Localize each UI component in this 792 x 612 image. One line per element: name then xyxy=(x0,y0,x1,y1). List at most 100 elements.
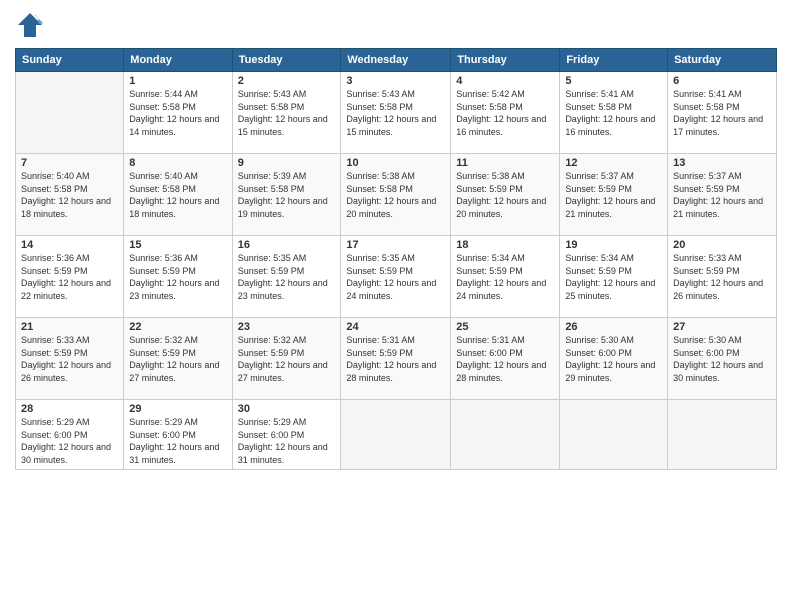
day-number: 25 xyxy=(456,321,554,333)
weekday-header-saturday: Saturday xyxy=(668,49,777,72)
day-number: 18 xyxy=(456,239,554,251)
calendar-cell: 13Sunrise: 5:37 AMSunset: 5:59 PMDayligh… xyxy=(668,154,777,236)
calendar-cell: 22Sunrise: 5:32 AMSunset: 5:59 PMDayligh… xyxy=(124,318,232,400)
day-info: Sunrise: 5:29 AMSunset: 6:00 PMDaylight:… xyxy=(238,416,336,466)
calendar-cell: 15Sunrise: 5:36 AMSunset: 5:59 PMDayligh… xyxy=(124,236,232,318)
day-info: Sunrise: 5:30 AMSunset: 6:00 PMDaylight:… xyxy=(565,334,662,384)
day-number: 2 xyxy=(238,75,336,87)
day-info: Sunrise: 5:41 AMSunset: 5:58 PMDaylight:… xyxy=(673,88,771,138)
day-number: 6 xyxy=(673,75,771,87)
day-number: 28 xyxy=(21,403,118,415)
day-info: Sunrise: 5:40 AMSunset: 5:58 PMDaylight:… xyxy=(21,170,118,220)
day-number: 19 xyxy=(565,239,662,251)
calendar-cell: 14Sunrise: 5:36 AMSunset: 5:59 PMDayligh… xyxy=(16,236,124,318)
calendar-cell: 8Sunrise: 5:40 AMSunset: 5:58 PMDaylight… xyxy=(124,154,232,236)
calendar-cell xyxy=(451,400,560,470)
calendar-cell: 9Sunrise: 5:39 AMSunset: 5:58 PMDaylight… xyxy=(232,154,341,236)
day-info: Sunrise: 5:36 AMSunset: 5:59 PMDaylight:… xyxy=(21,252,118,302)
weekday-header-sunday: Sunday xyxy=(16,49,124,72)
calendar-cell: 7Sunrise: 5:40 AMSunset: 5:58 PMDaylight… xyxy=(16,154,124,236)
calendar-cell xyxy=(341,400,451,470)
calendar-cell: 18Sunrise: 5:34 AMSunset: 5:59 PMDayligh… xyxy=(451,236,560,318)
calendar-cell: 4Sunrise: 5:42 AMSunset: 5:58 PMDaylight… xyxy=(451,72,560,154)
calendar-cell: 2Sunrise: 5:43 AMSunset: 5:58 PMDaylight… xyxy=(232,72,341,154)
calendar-cell: 30Sunrise: 5:29 AMSunset: 6:00 PMDayligh… xyxy=(232,400,341,470)
day-number: 29 xyxy=(129,403,226,415)
weekday-header-tuesday: Tuesday xyxy=(232,49,341,72)
weekday-header-thursday: Thursday xyxy=(451,49,560,72)
calendar-cell: 16Sunrise: 5:35 AMSunset: 5:59 PMDayligh… xyxy=(232,236,341,318)
day-info: Sunrise: 5:33 AMSunset: 5:59 PMDaylight:… xyxy=(21,334,118,384)
calendar-cell xyxy=(560,400,668,470)
calendar-header-row: SundayMondayTuesdayWednesdayThursdayFrid… xyxy=(16,49,777,72)
calendar-cell: 23Sunrise: 5:32 AMSunset: 5:59 PMDayligh… xyxy=(232,318,341,400)
calendar-cell: 6Sunrise: 5:41 AMSunset: 5:58 PMDaylight… xyxy=(668,72,777,154)
day-number: 27 xyxy=(673,321,771,333)
calendar-cell xyxy=(16,72,124,154)
calendar-week-row: 1Sunrise: 5:44 AMSunset: 5:58 PMDaylight… xyxy=(16,72,777,154)
day-number: 16 xyxy=(238,239,336,251)
day-info: Sunrise: 5:29 AMSunset: 6:00 PMDaylight:… xyxy=(21,416,118,466)
day-info: Sunrise: 5:35 AMSunset: 5:59 PMDaylight:… xyxy=(346,252,445,302)
calendar-cell: 26Sunrise: 5:30 AMSunset: 6:00 PMDayligh… xyxy=(560,318,668,400)
day-info: Sunrise: 5:40 AMSunset: 5:58 PMDaylight:… xyxy=(129,170,226,220)
day-info: Sunrise: 5:43 AMSunset: 5:58 PMDaylight:… xyxy=(346,88,445,138)
day-info: Sunrise: 5:43 AMSunset: 5:58 PMDaylight:… xyxy=(238,88,336,138)
day-number: 23 xyxy=(238,321,336,333)
day-info: Sunrise: 5:32 AMSunset: 5:59 PMDaylight:… xyxy=(129,334,226,384)
day-info: Sunrise: 5:39 AMSunset: 5:58 PMDaylight:… xyxy=(238,170,336,220)
calendar-cell: 10Sunrise: 5:38 AMSunset: 5:58 PMDayligh… xyxy=(341,154,451,236)
calendar-table: SundayMondayTuesdayWednesdayThursdayFrid… xyxy=(15,48,777,470)
calendar-week-row: 28Sunrise: 5:29 AMSunset: 6:00 PMDayligh… xyxy=(16,400,777,470)
day-info: Sunrise: 5:37 AMSunset: 5:59 PMDaylight:… xyxy=(565,170,662,220)
day-number: 13 xyxy=(673,157,771,169)
day-number: 20 xyxy=(673,239,771,251)
calendar-cell: 24Sunrise: 5:31 AMSunset: 5:59 PMDayligh… xyxy=(341,318,451,400)
day-number: 22 xyxy=(129,321,226,333)
calendar-week-row: 7Sunrise: 5:40 AMSunset: 5:58 PMDaylight… xyxy=(16,154,777,236)
day-info: Sunrise: 5:42 AMSunset: 5:58 PMDaylight:… xyxy=(456,88,554,138)
weekday-header-wednesday: Wednesday xyxy=(341,49,451,72)
calendar-cell: 20Sunrise: 5:33 AMSunset: 5:59 PMDayligh… xyxy=(668,236,777,318)
day-number: 9 xyxy=(238,157,336,169)
day-info: Sunrise: 5:30 AMSunset: 6:00 PMDaylight:… xyxy=(673,334,771,384)
day-info: Sunrise: 5:33 AMSunset: 5:59 PMDaylight:… xyxy=(673,252,771,302)
day-number: 7 xyxy=(21,157,118,169)
calendar-cell: 11Sunrise: 5:38 AMSunset: 5:59 PMDayligh… xyxy=(451,154,560,236)
day-number: 4 xyxy=(456,75,554,87)
day-info: Sunrise: 5:38 AMSunset: 5:58 PMDaylight:… xyxy=(346,170,445,220)
day-info: Sunrise: 5:31 AMSunset: 6:00 PMDaylight:… xyxy=(456,334,554,384)
day-info: Sunrise: 5:36 AMSunset: 5:59 PMDaylight:… xyxy=(129,252,226,302)
calendar-cell: 25Sunrise: 5:31 AMSunset: 6:00 PMDayligh… xyxy=(451,318,560,400)
day-info: Sunrise: 5:35 AMSunset: 5:59 PMDaylight:… xyxy=(238,252,336,302)
page: SundayMondayTuesdayWednesdayThursdayFrid… xyxy=(0,0,792,612)
calendar-cell: 19Sunrise: 5:34 AMSunset: 5:59 PMDayligh… xyxy=(560,236,668,318)
weekday-header-friday: Friday xyxy=(560,49,668,72)
logo xyxy=(15,10,49,40)
day-info: Sunrise: 5:29 AMSunset: 6:00 PMDaylight:… xyxy=(129,416,226,466)
day-info: Sunrise: 5:44 AMSunset: 5:58 PMDaylight:… xyxy=(129,88,226,138)
calendar-cell: 12Sunrise: 5:37 AMSunset: 5:59 PMDayligh… xyxy=(560,154,668,236)
day-number: 3 xyxy=(346,75,445,87)
day-info: Sunrise: 5:37 AMSunset: 5:59 PMDaylight:… xyxy=(673,170,771,220)
calendar-cell: 3Sunrise: 5:43 AMSunset: 5:58 PMDaylight… xyxy=(341,72,451,154)
day-info: Sunrise: 5:34 AMSunset: 5:59 PMDaylight:… xyxy=(456,252,554,302)
day-info: Sunrise: 5:31 AMSunset: 5:59 PMDaylight:… xyxy=(346,334,445,384)
day-info: Sunrise: 5:32 AMSunset: 5:59 PMDaylight:… xyxy=(238,334,336,384)
day-number: 5 xyxy=(565,75,662,87)
day-info: Sunrise: 5:34 AMSunset: 5:59 PMDaylight:… xyxy=(565,252,662,302)
day-number: 11 xyxy=(456,157,554,169)
day-number: 8 xyxy=(129,157,226,169)
day-number: 24 xyxy=(346,321,445,333)
day-number: 10 xyxy=(346,157,445,169)
day-number: 30 xyxy=(238,403,336,415)
day-number: 14 xyxy=(21,239,118,251)
day-number: 12 xyxy=(565,157,662,169)
calendar-cell: 29Sunrise: 5:29 AMSunset: 6:00 PMDayligh… xyxy=(124,400,232,470)
calendar-cell: 27Sunrise: 5:30 AMSunset: 6:00 PMDayligh… xyxy=(668,318,777,400)
day-number: 17 xyxy=(346,239,445,251)
day-number: 26 xyxy=(565,321,662,333)
day-info: Sunrise: 5:41 AMSunset: 5:58 PMDaylight:… xyxy=(565,88,662,138)
day-number: 15 xyxy=(129,239,226,251)
calendar-cell xyxy=(668,400,777,470)
